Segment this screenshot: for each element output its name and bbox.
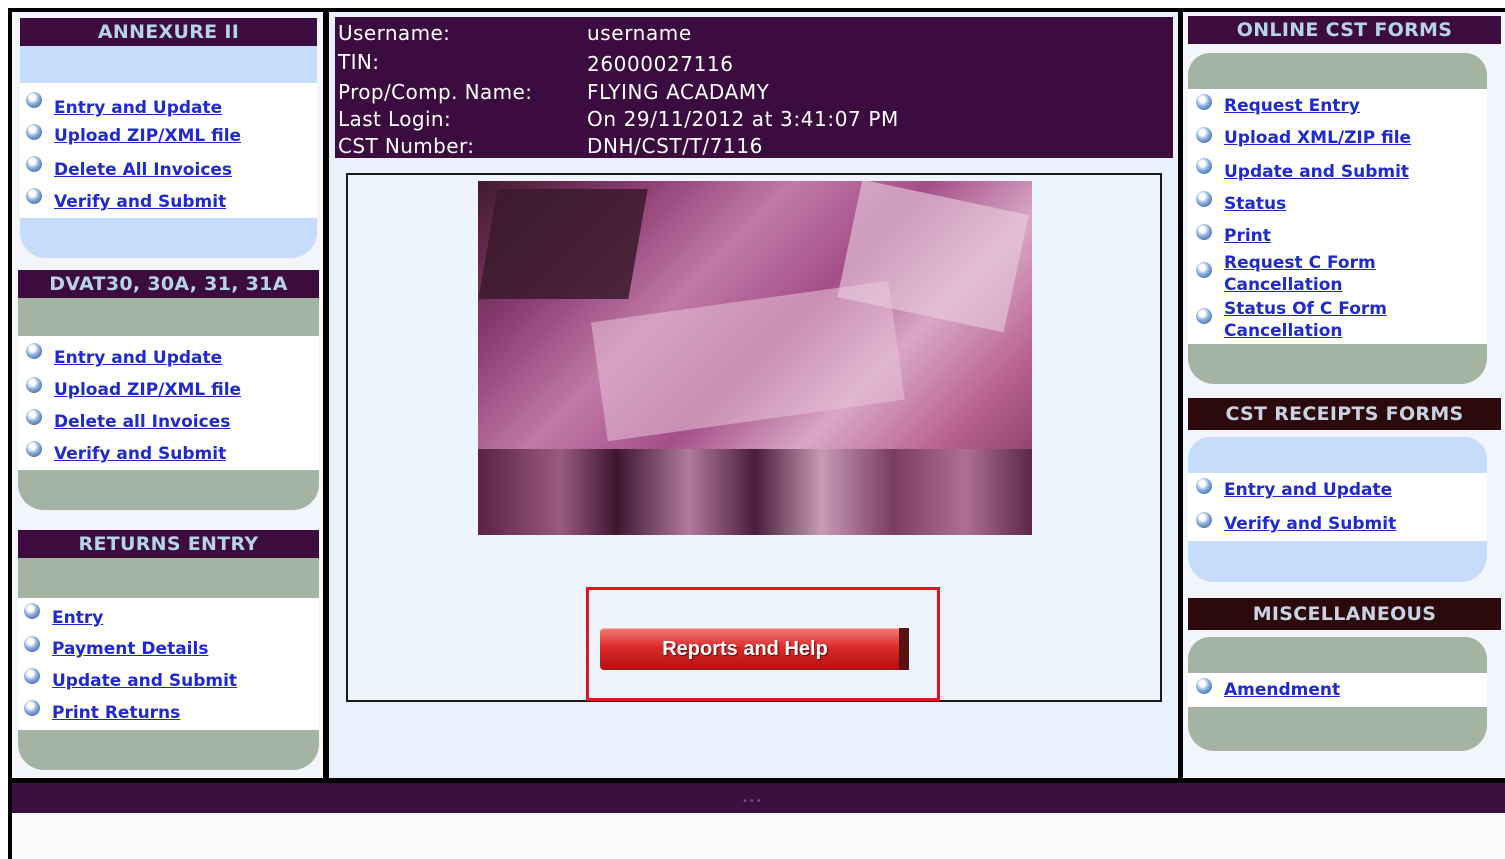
- bullet-icon: [1196, 512, 1212, 528]
- returns-header: RETURNS ENTRY: [18, 530, 319, 558]
- annexure-header: ANNEXURE II: [20, 18, 317, 46]
- dvat-verify-link[interactable]: Verify and Submit: [54, 443, 226, 465]
- returns-update-link[interactable]: Update and Submit: [52, 670, 237, 692]
- update-submit-link[interactable]: Update and Submit: [1224, 161, 1409, 183]
- returns-top-band: [18, 558, 319, 598]
- finance-banner-image: [478, 181, 1032, 535]
- dvat-upload-link[interactable]: Upload ZIP/XML file: [54, 379, 241, 401]
- bullet-icon: [26, 377, 42, 393]
- misc-top-band: [1188, 637, 1487, 673]
- returns-payment-link[interactable]: Payment Details: [52, 638, 208, 660]
- receipts-entry-update-link[interactable]: Entry and Update: [1224, 479, 1392, 501]
- annexure-top-band: [20, 46, 317, 83]
- bullet-icon: [1196, 94, 1212, 110]
- annexure-verify-link[interactable]: Verify and Submit: [54, 191, 226, 213]
- name-label: Prop/Comp. Name:: [338, 80, 533, 104]
- dvat-bottom-band: [18, 470, 319, 510]
- bullet-icon: [1196, 262, 1212, 278]
- request-c-form-cancellation-link-line2[interactable]: Cancellation: [1224, 274, 1343, 296]
- online-cst-bottom-band: [1188, 344, 1487, 384]
- dvat-entry-update-link[interactable]: Entry and Update: [54, 347, 222, 369]
- bullet-icon: [26, 188, 42, 204]
- annexure-upload-link[interactable]: Upload ZIP/XML file: [54, 125, 241, 147]
- tin-label: TIN:: [338, 50, 380, 74]
- annexure-entry-update-link[interactable]: Entry and Update: [54, 97, 222, 119]
- bullet-icon: [1196, 191, 1212, 207]
- status-link[interactable]: Status: [1224, 193, 1286, 215]
- username-label: Username:: [338, 21, 451, 45]
- calculator-shape: [478, 189, 648, 299]
- footer-area: [12, 813, 1505, 859]
- tax-form-shape: [591, 280, 905, 442]
- bullet-icon: [24, 700, 40, 716]
- dvat-top-band: [18, 298, 319, 336]
- dvat-delete-link[interactable]: Delete all Invoices: [54, 411, 230, 433]
- bullet-icon: [1196, 224, 1212, 240]
- returns-entry-link[interactable]: Entry: [52, 607, 103, 629]
- dvat-header: DVAT30, 30A, 31, 31A: [18, 270, 319, 298]
- miscellaneous-header: MISCELLANEOUS: [1188, 598, 1501, 630]
- misc-bottom-band: [1188, 707, 1487, 751]
- cst-receipts-bottom-band: [1188, 541, 1487, 582]
- cst-receipts-header: CST RECEIPTS FORMS: [1188, 398, 1501, 430]
- bottom-bar-grip: •••: [742, 796, 763, 807]
- username-value: username: [587, 21, 692, 45]
- bullet-icon: [24, 636, 40, 652]
- bullet-icon: [26, 156, 42, 172]
- bullet-icon: [24, 668, 40, 684]
- cst-number-value: DNH/CST/T/7116: [587, 134, 764, 158]
- annexure-delete-link[interactable]: Delete All Invoices: [54, 159, 232, 181]
- bullet-icon: [26, 124, 42, 140]
- returns-bottom-band: [18, 730, 319, 770]
- online-cst-top-band: [1188, 53, 1487, 89]
- tin-value: 26000027116: [587, 52, 734, 76]
- last-login-label: Last Login:: [338, 107, 452, 131]
- cst-number-label: CST Number:: [338, 134, 475, 158]
- industry-photo-strip: [478, 449, 1032, 535]
- receipts-verify-submit-link[interactable]: Verify and Submit: [1224, 513, 1396, 535]
- bullet-icon: [1196, 308, 1212, 324]
- bullet-icon: [26, 343, 42, 359]
- request-c-form-cancellation-link[interactable]: Request C Form: [1224, 252, 1376, 274]
- returns-print-link[interactable]: Print Returns: [52, 702, 180, 724]
- bullet-icon: [24, 603, 40, 619]
- status-c-form-cancellation-link[interactable]: Status Of C Form: [1224, 298, 1387, 320]
- reports-and-help-label: Reports and Help: [662, 638, 828, 660]
- online-cst-header: ONLINE CST FORMS: [1188, 16, 1501, 44]
- bullet-icon: [1196, 158, 1212, 174]
- bullet-icon: [1196, 678, 1212, 694]
- last-login-value: On 29/11/2012 at 3:41:07 PM: [587, 107, 899, 131]
- name-value: FLYING ACADAMY: [587, 80, 770, 104]
- reports-and-help-button[interactable]: Reports and Help: [600, 628, 909, 670]
- amendment-link[interactable]: Amendment: [1224, 679, 1340, 701]
- bullet-icon: [1196, 127, 1212, 143]
- upload-xml-zip-link[interactable]: Upload XML/ZIP file: [1224, 127, 1411, 149]
- bullet-icon: [26, 441, 42, 457]
- bullet-icon: [1196, 478, 1212, 494]
- print-link[interactable]: Print: [1224, 225, 1271, 247]
- request-entry-link[interactable]: Request Entry: [1224, 95, 1360, 117]
- bullet-icon: [26, 92, 42, 108]
- annexure-bottom-band: [20, 218, 317, 258]
- cst-receipts-top-band: [1188, 437, 1487, 473]
- bullet-icon: [26, 409, 42, 425]
- status-c-form-cancellation-link-line2[interactable]: Cancellation: [1224, 320, 1343, 342]
